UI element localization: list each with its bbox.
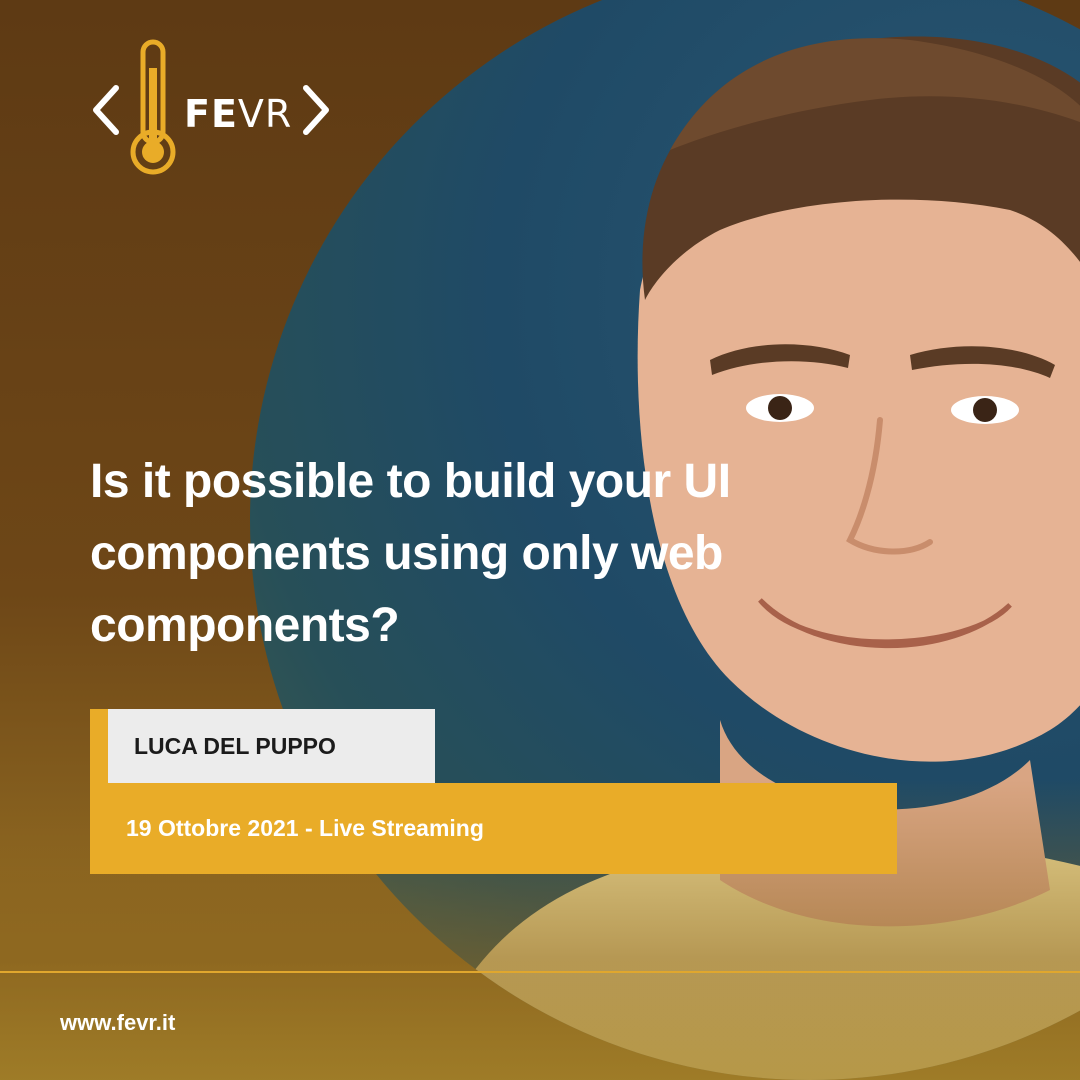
- event-date: 19 Ottobre 2021 - Live Streaming: [126, 815, 484, 841]
- logo-wordmark: FEVR: [184, 92, 292, 136]
- speaker-tag: LUCA DEL PUPPO: [108, 709, 435, 783]
- speaker-name: LUCA DEL PUPPO: [134, 732, 336, 759]
- logo-wordmark-light: VR: [237, 92, 293, 136]
- website-link[interactable]: www.fevr.it: [60, 1010, 175, 1036]
- fevr-logo: FEVR: [88, 38, 348, 178]
- left-chevron-icon: [93, 85, 119, 135]
- right-chevron-icon: [303, 85, 329, 135]
- headline: Is it possible to build your UI componen…: [90, 455, 731, 652]
- logo-wordmark-bold: FE: [184, 92, 238, 136]
- event-date-banner: 19 Ottobre 2021 - Live Streaming: [90, 783, 897, 874]
- footer-divider: [0, 971, 1080, 973]
- promo-card: FEVR Is it possible to build your UI com…: [0, 0, 1080, 1080]
